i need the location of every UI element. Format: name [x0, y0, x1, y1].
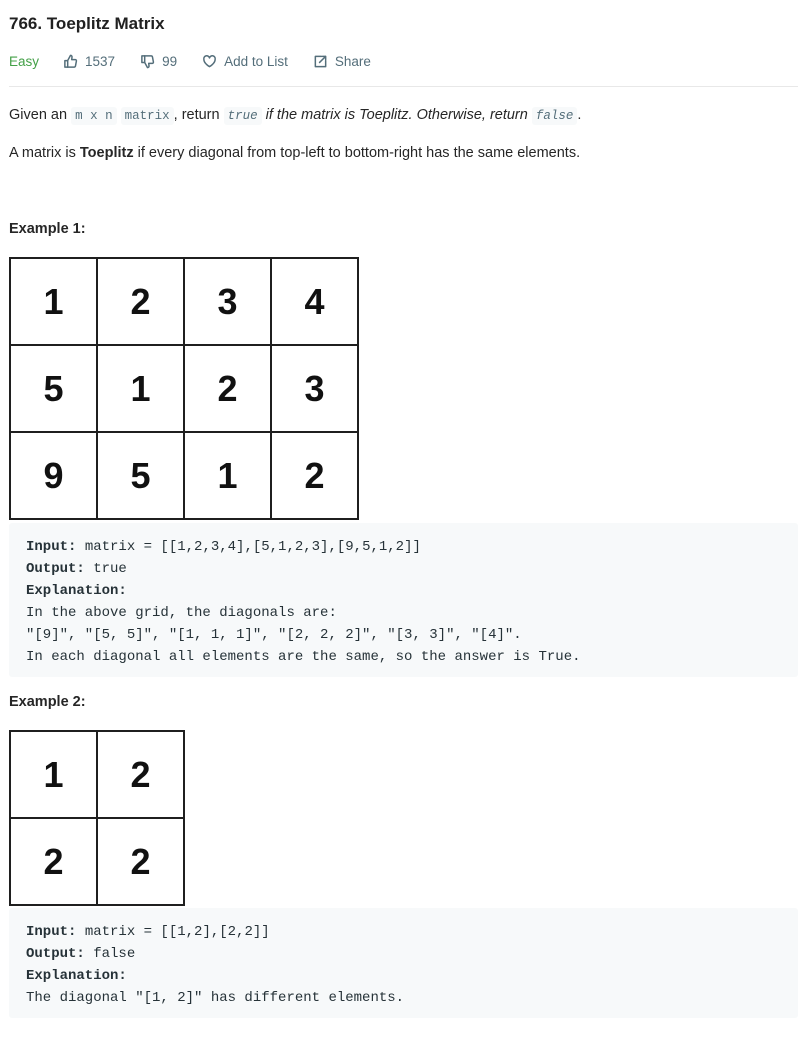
matrix-cell: 2 — [96, 257, 185, 346]
matrix-cell: 1 — [96, 344, 185, 433]
add-to-list-button[interactable]: Add to List — [202, 54, 288, 69]
problem-title: 766. Toeplitz Matrix — [9, 14, 165, 33]
share-icon — [314, 55, 327, 67]
code-false: false — [531, 107, 578, 125]
matrix-row: 1 2 3 4 — [9, 257, 359, 346]
description-paragraph-2: A matrix is Toeplitz if every diagonal f… — [9, 145, 581, 161]
matrix-cell: 1 — [183, 431, 272, 520]
example-2-matrix: 1 2 2 2 — [9, 730, 185, 906]
share-button[interactable]: Share — [313, 54, 371, 69]
matrix-cell: 5 — [96, 431, 185, 520]
code-m-x-n: m x n — [71, 107, 117, 125]
example-2-code-block: Input: matrix = [[1,2],[2,2]] Output: fa… — [9, 908, 798, 1018]
code-true: true — [223, 107, 262, 125]
example-1-label: Example 1: — [9, 221, 86, 237]
dislike-count: 99 — [162, 53, 178, 69]
matrix-cell: 2 — [183, 344, 272, 433]
share-label: Share — [334, 53, 371, 69]
matrix-cell: 1 — [9, 730, 98, 819]
matrix-cell: 2 — [96, 817, 185, 906]
toeplitz-term: Toeplitz — [79, 145, 134, 161]
thumbs-down-icon — [141, 54, 155, 68]
example-1-code-block: Input: matrix = [[1,2,3,4],[5,1,2,3],[9,… — [9, 523, 798, 677]
matrix-row: 1 2 — [9, 730, 185, 819]
code-matrix: matrix — [120, 107, 174, 125]
matrix-row: 9 5 1 2 — [9, 431, 359, 520]
matrix-cell: 5 — [9, 344, 98, 433]
matrix-cell: 2 — [9, 817, 98, 906]
matrix-cell: 2 — [96, 730, 185, 819]
matrix-cell: 9 — [9, 431, 98, 520]
dislike-button[interactable]: 99 — [140, 54, 177, 69]
matrix-cell: 3 — [183, 257, 272, 346]
like-button[interactable]: 1537 — [63, 54, 115, 69]
heart-icon — [203, 54, 217, 67]
matrix-cell: 3 — [270, 344, 359, 433]
thumbs-up-icon — [64, 54, 78, 68]
matrix-row: 5 1 2 3 — [9, 344, 359, 433]
like-count: 1537 — [85, 53, 116, 69]
header-divider — [9, 86, 798, 87]
add-to-list-label: Add to List — [224, 53, 288, 69]
matrix-cell: 4 — [270, 257, 359, 346]
problem-meta-bar: Easy 1537 99 Add to List Share — [9, 50, 396, 72]
matrix-cell: 1 — [9, 257, 98, 346]
description-paragraph-1: Given an m x n matrix, return true if th… — [9, 107, 582, 125]
difficulty-badge: Easy — [9, 53, 40, 69]
example-1-matrix: 1 2 3 4 5 1 2 3 9 5 1 2 — [9, 257, 359, 520]
example-2-label: Example 2: — [9, 694, 86, 710]
matrix-row: 2 2 — [9, 817, 185, 906]
matrix-cell: 2 — [270, 431, 359, 520]
